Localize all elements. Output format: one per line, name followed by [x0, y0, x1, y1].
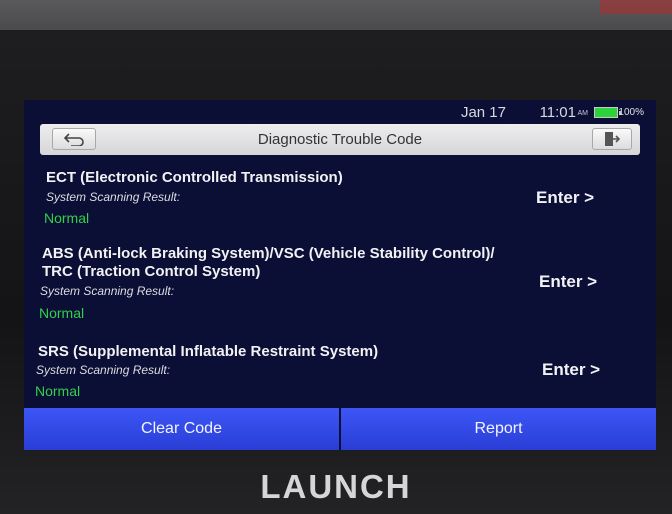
system-name: SRS (Supplemental Inflatable Restraint S…	[38, 343, 379, 360]
scan-result-value: Normal	[39, 305, 85, 321]
page-title: Diagnostic Trouble Code	[257, 131, 423, 148]
bottom-action-bar: Clear Code Report	[24, 408, 656, 450]
status-date: Jan 17	[460, 104, 506, 121]
device-screen: Jan 17 11:01 AM 100% Diagnostic Trouble …	[24, 100, 656, 450]
scan-result-label: System Scanning Result:	[36, 363, 171, 377]
exit-icon	[605, 132, 621, 146]
system-name: ECT (Electronic Controlled Transmission)	[46, 169, 343, 186]
scan-result-value: Normal	[35, 383, 81, 399]
battery-icon	[594, 107, 621, 118]
report-button[interactable]: Report	[341, 408, 656, 450]
scan-result-label: System Scanning Result:	[40, 284, 175, 298]
enter-button[interactable]: Enter >	[539, 272, 597, 292]
status-ampm: AM	[577, 110, 589, 117]
system-name: ABS (Anti-lock Braking System)/VSC (Vehi…	[42, 245, 495, 280]
background-object	[600, 0, 672, 14]
scan-result-label: System Scanning Result:	[46, 190, 181, 204]
clear-code-button[interactable]: Clear Code	[24, 408, 339, 450]
system-row-srs[interactable]: SRS (Supplemental Inflatable Restraint S…	[24, 340, 656, 402]
launch-logo: LAUNCH	[260, 468, 412, 505]
enter-button[interactable]: Enter >	[542, 360, 600, 380]
title-bar: Diagnostic Trouble Code	[40, 124, 640, 155]
enter-button[interactable]: Enter >	[536, 188, 594, 208]
status-time: 11:01	[539, 104, 576, 121]
system-row-ect[interactable]: ECT (Electronic Controlled Transmission)…	[24, 166, 656, 228]
battery-percent: 100%	[618, 107, 644, 118]
scan-result-value: Normal	[44, 210, 90, 226]
status-bar: Jan 17 11:01 AM 100%	[24, 100, 656, 124]
exit-button[interactable]	[592, 128, 632, 150]
system-row-abs-vsc-trc[interactable]: ABS (Anti-lock Braking System)/VSC (Vehi…	[24, 242, 656, 322]
